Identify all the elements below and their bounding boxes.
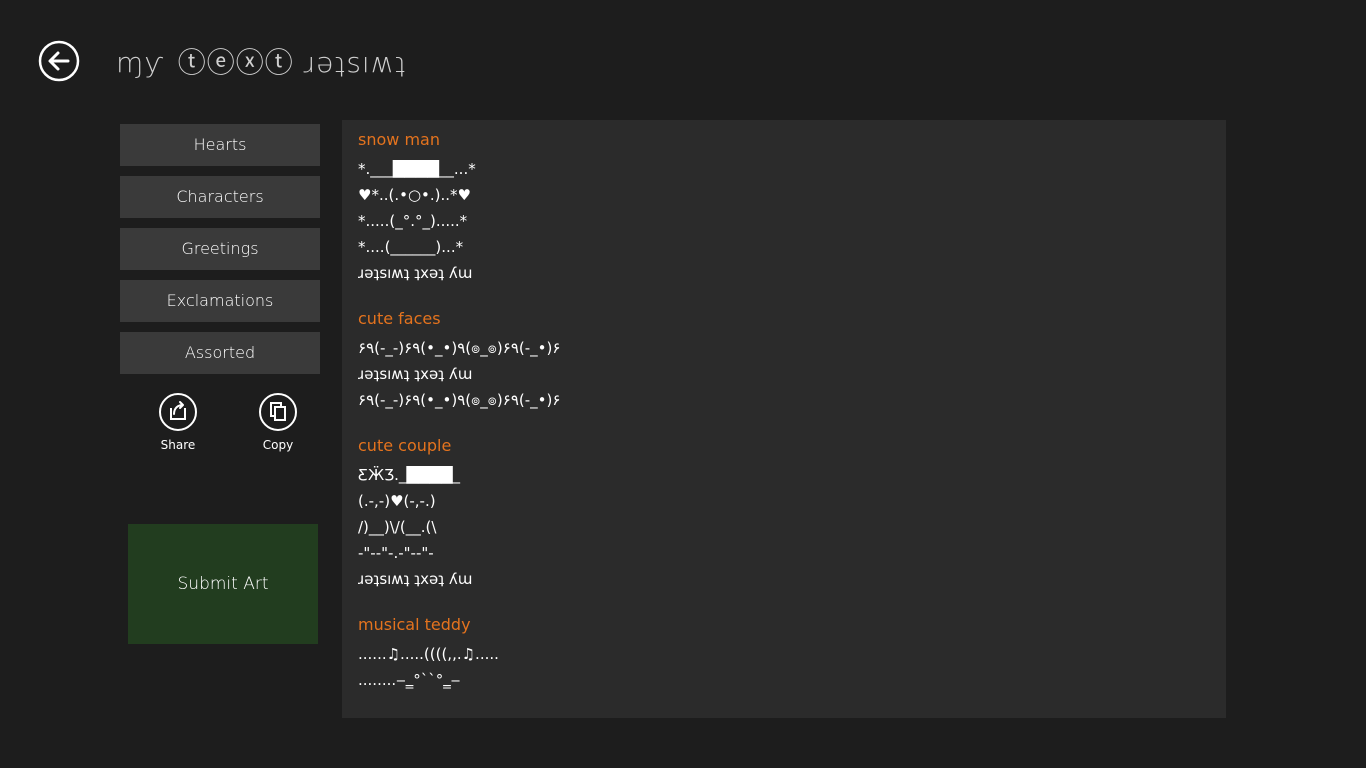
art-title: cute faces [358,309,441,328]
category-button-hearts[interactable]: Hearts [120,124,320,166]
art-line: ɹǝʇsıʍʇ ʇxǝʇ ʎɯ [358,264,473,282]
art-list-panel[interactable]: snow man *.___████__...* ♥*..(.•○•.)..*♥… [342,120,1226,718]
category-button-assorted[interactable]: Assorted [120,332,320,374]
submit-art-button[interactable]: Submit Art [128,524,318,644]
art-line: ♥*..(.•○•.)..*♥ [358,186,471,204]
copy-label: Copy [262,438,294,452]
art-item[interactable]: snow man *.___████__...* ♥*..(.•○•.)..*♥… [358,128,1210,286]
share-label: Share [160,438,196,452]
art-line: *....(______)...* [358,238,464,256]
share-button[interactable]: Share [150,392,206,452]
art-line: ۶٩(-_-)۶٩(•_•)٩(๏_๏)۶٩(-_•)۶ [358,391,561,409]
category-button-characters[interactable]: Characters [120,176,320,218]
page-title: ɱƴ ⓣⓔⓧⓣ ɹǝʇsıʍʇ [116,46,407,79]
art-line: (.-,-)♥(-,-.) [358,492,436,510]
art-title: cute couple [358,436,452,455]
back-arrow-icon[interactable] [38,40,80,82]
app-page: ɱƴ ⓣⓔⓧⓣ ɹǝʇsıʍʇ Hearts Characters Greeti… [0,0,1366,768]
copy-button[interactable]: Copy [250,392,306,452]
art-title: snow man [358,130,440,149]
art-line: -"--"-.-"--"- [358,544,434,562]
art-line: ........‒‗°``°‗‒ [358,671,461,689]
category-button-greetings[interactable]: Greetings [120,228,320,270]
category-list: Hearts Characters Greetings Exclamations… [120,124,320,384]
art-title: musical teddy [358,615,471,634]
share-icon [159,393,197,431]
category-button-exclamations[interactable]: Exclamations [120,280,320,322]
art-item[interactable]: cute faces ۶٩(-_-)۶٩(•_•)٩(๏_๏)۶٩(-_•)۶ … [358,307,1210,413]
action-bar: Share Copy [150,392,320,462]
art-line: ɹǝʇsıʍʇ ʇxǝʇ ʎɯ [358,570,473,588]
art-line: ƸӜƷ._████_ [358,466,461,484]
art-line: *.___████__...* [358,160,476,178]
art-line: ɹǝʇsıʍʇ ʇxǝʇ ʎɯ [358,365,473,383]
copy-icon [259,393,297,431]
art-line: *.....(_°.°_).....* [358,212,468,230]
art-item[interactable]: musical teddy ......♫.....((((,,.♫..... … [358,613,1210,693]
art-line: ۶٩(-_-)۶٩(•_•)٩(๏_๏)۶٩(-_•)۶ [358,339,561,357]
art-line: /)__)\/(__.(\ [358,518,437,536]
art-line: ......♫.....((((,,.♫..... [358,645,499,663]
art-item[interactable]: cute couple ƸӜƷ._████_ (.-,-)♥(-,-.) /)_… [358,434,1210,592]
